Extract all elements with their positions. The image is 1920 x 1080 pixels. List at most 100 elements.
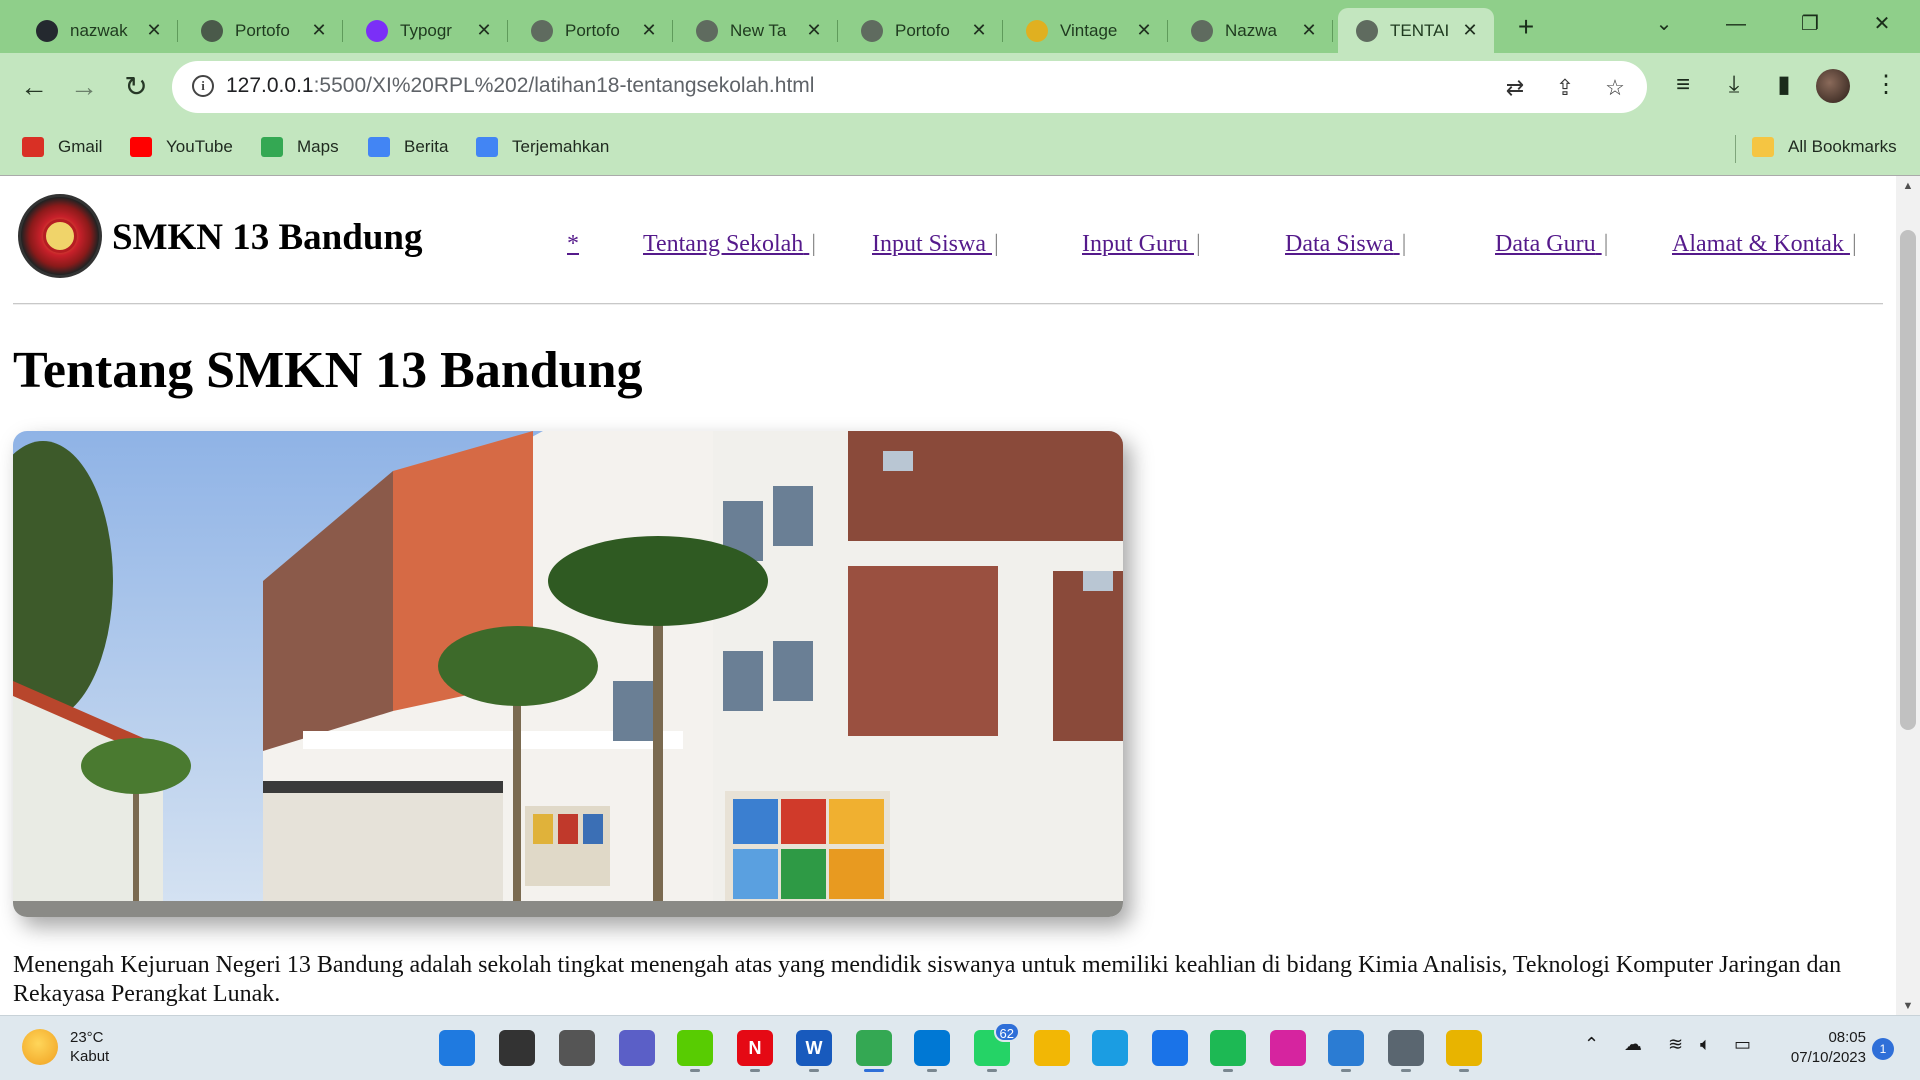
browser-tab[interactable]: TENTAI ✕ [1338,8,1494,53]
sticky-app-icon[interactable] [1446,1030,1482,1066]
media-control-icon[interactable]: ≡ [1665,67,1701,103]
new-tab-button[interactable]: + [1510,12,1542,44]
close-tab-icon[interactable]: ✕ [1460,20,1480,41]
bookmark-label: Gmail [58,137,103,156]
nav-link[interactable]: Alamat & Kontak | [1672,231,1857,258]
tab-search-chevron-icon[interactable]: ⌄ [1644,8,1684,40]
netflix-icon[interactable]: N [737,1030,773,1066]
nav-link[interactable]: Input Siswa | [872,231,999,258]
browser-tab[interactable]: Portofo ✕ [843,8,1003,53]
nav-link[interactable]: * [567,231,579,258]
meet-icon[interactable] [619,1030,655,1066]
nav-link[interactable]: Input Guru | [1082,231,1201,258]
close-tab-icon[interactable]: ✕ [639,20,659,41]
bookmark-label: Berita [404,137,449,156]
download-icon[interactable]: ⤓ [1716,67,1752,103]
bookmark-youtube[interactable]: YouTube [130,137,233,157]
browser-tab-strip: nazwak ✕ Portofo ✕ Typogr ✕ Portofo ✕ New Ta ✕ Por… [0,0,1920,53]
instagram-icon[interactable] [1270,1030,1306,1066]
vscode-icon[interactable] [914,1030,950,1066]
bookmark-label: Maps [297,137,339,156]
whatsapp-icon[interactable]: 62 [974,1022,1020,1066]
all-bookmarks-label: All Bookmarks [1788,137,1897,156]
store-icon[interactable] [1152,1030,1188,1066]
bookmark-maps[interactable]: Maps [261,137,339,157]
notification-badge[interactable]: 1 [1872,1038,1894,1060]
translate-icon [476,137,498,157]
file-explorer-icon[interactable] [1034,1030,1070,1066]
nav-separator: | [994,231,999,257]
profile-avatar[interactable] [1816,69,1850,103]
reload-button[interactable]: ↻ [116,67,156,107]
tab-title: TENTAI [1390,20,1450,40]
bookmark-star-icon[interactable]: ☆ [1600,73,1630,103]
close-tab-icon[interactable]: ✕ [474,20,494,41]
close-tab-icon[interactable]: ✕ [804,20,824,41]
browser-tab[interactable]: New Ta ✕ [678,8,838,53]
vintage-icon [1026,19,1048,42]
close-tab-icon[interactable]: ✕ [1134,20,1154,41]
side-panel-icon[interactable]: ▮ [1766,67,1802,103]
spotify-icon[interactable] [1210,1030,1246,1066]
nav-link[interactable]: Data Siswa | [1285,231,1406,258]
duolingo-icon[interactable] [677,1030,713,1066]
scroll-up-arrow-icon[interactable]: ▲ [1896,176,1920,196]
close-tab-icon[interactable]: ✕ [309,20,329,41]
close-window-button[interactable]: ✕ [1862,8,1902,40]
github-icon [36,19,58,42]
browser-tab[interactable]: Portofo ✕ [513,8,673,53]
address-bar[interactable]: i 127.0.0.1:5500/XI%20RPL%202/latihan18-… [172,61,1647,113]
word-icon[interactable]: W [796,1030,832,1066]
show-hidden-icons-chevron-icon[interactable]: ⌃ [1584,1034,1599,1055]
volume-icon[interactable]: 🔈︎ [1700,1034,1711,1055]
site-info-icon[interactable]: i [192,75,214,97]
gmail-icon [22,137,44,157]
browser-tab[interactable]: nazwak ✕ [18,8,178,53]
app-badge: 62 [993,1022,1020,1042]
edge-icon[interactable] [1092,1030,1128,1066]
weather-condition: Kabut [70,1048,110,1065]
chatgpt-icon [201,19,223,42]
address-url[interactable]: 127.0.0.1:5500/XI%20RPL%202/latihan18-te… [226,74,814,98]
scrollbar-thumb[interactable] [1900,230,1916,730]
bookmark-gmail[interactable]: Gmail [22,137,102,157]
battery-icon[interactable]: ▭ [1734,1034,1751,1055]
windows-start-icon[interactable] [439,1030,475,1066]
site-title: SMKN 13 Bandung [112,217,423,258]
menu-kebab-icon[interactable]: ⋮ [1868,67,1904,103]
page-scrollbar[interactable]: ▲ ▼ [1896,176,1920,1015]
globe-icon [1356,19,1378,42]
forward-button[interactable]: → [64,67,104,107]
weather-widget[interactable]: 23°C Kabut [22,1028,109,1066]
browser-tab[interactable]: Typogr ✕ [348,8,508,53]
translate-icon[interactable]: ⇄ [1500,73,1530,103]
running-indicator [1459,1069,1469,1072]
task-view-icon[interactable] [559,1030,595,1066]
share-icon[interactable]: ⇪ [1550,73,1580,103]
settings-icon[interactable] [1388,1030,1424,1066]
all-bookmarks-button[interactable]: All Bookmarks [1752,137,1897,157]
onedrive-cloud-icon[interactable]: ☁ [1624,1034,1642,1055]
close-tab-icon[interactable]: ✕ [1299,20,1319,41]
globe-icon [696,19,718,42]
wifi-icon[interactable]: ≋ [1668,1034,1683,1055]
browser-tab[interactable]: Portofo ✕ [183,8,343,53]
browser-tab[interactable]: Vintage ✕ [1008,8,1168,53]
search-icon[interactable] [499,1030,535,1066]
close-tab-icon[interactable]: ✕ [969,20,989,41]
bookmark-terjemahkan[interactable]: Terjemahkan [476,137,609,157]
back-button[interactable]: ← [14,67,54,107]
nav-link[interactable]: Tentang Sekolah | [643,231,816,258]
browser-tab[interactable]: Nazwa ✕ [1173,8,1333,53]
paint-icon[interactable] [1328,1030,1364,1066]
globe-icon [1191,19,1213,42]
minimize-button[interactable]: — [1716,8,1756,40]
close-tab-icon[interactable]: ✕ [144,20,164,41]
restore-button[interactable]: ❐ [1790,8,1830,40]
system-clock[interactable]: 08:05 07/10/2023 [1774,1028,1866,1068]
chrome-icon[interactable] [856,1030,892,1066]
nav-separator: | [1603,231,1609,257]
scroll-down-arrow-icon[interactable]: ▼ [1896,996,1920,1015]
nav-link[interactable]: Data Guru | [1495,231,1608,258]
bookmark-berita[interactable]: Berita [368,137,448,157]
